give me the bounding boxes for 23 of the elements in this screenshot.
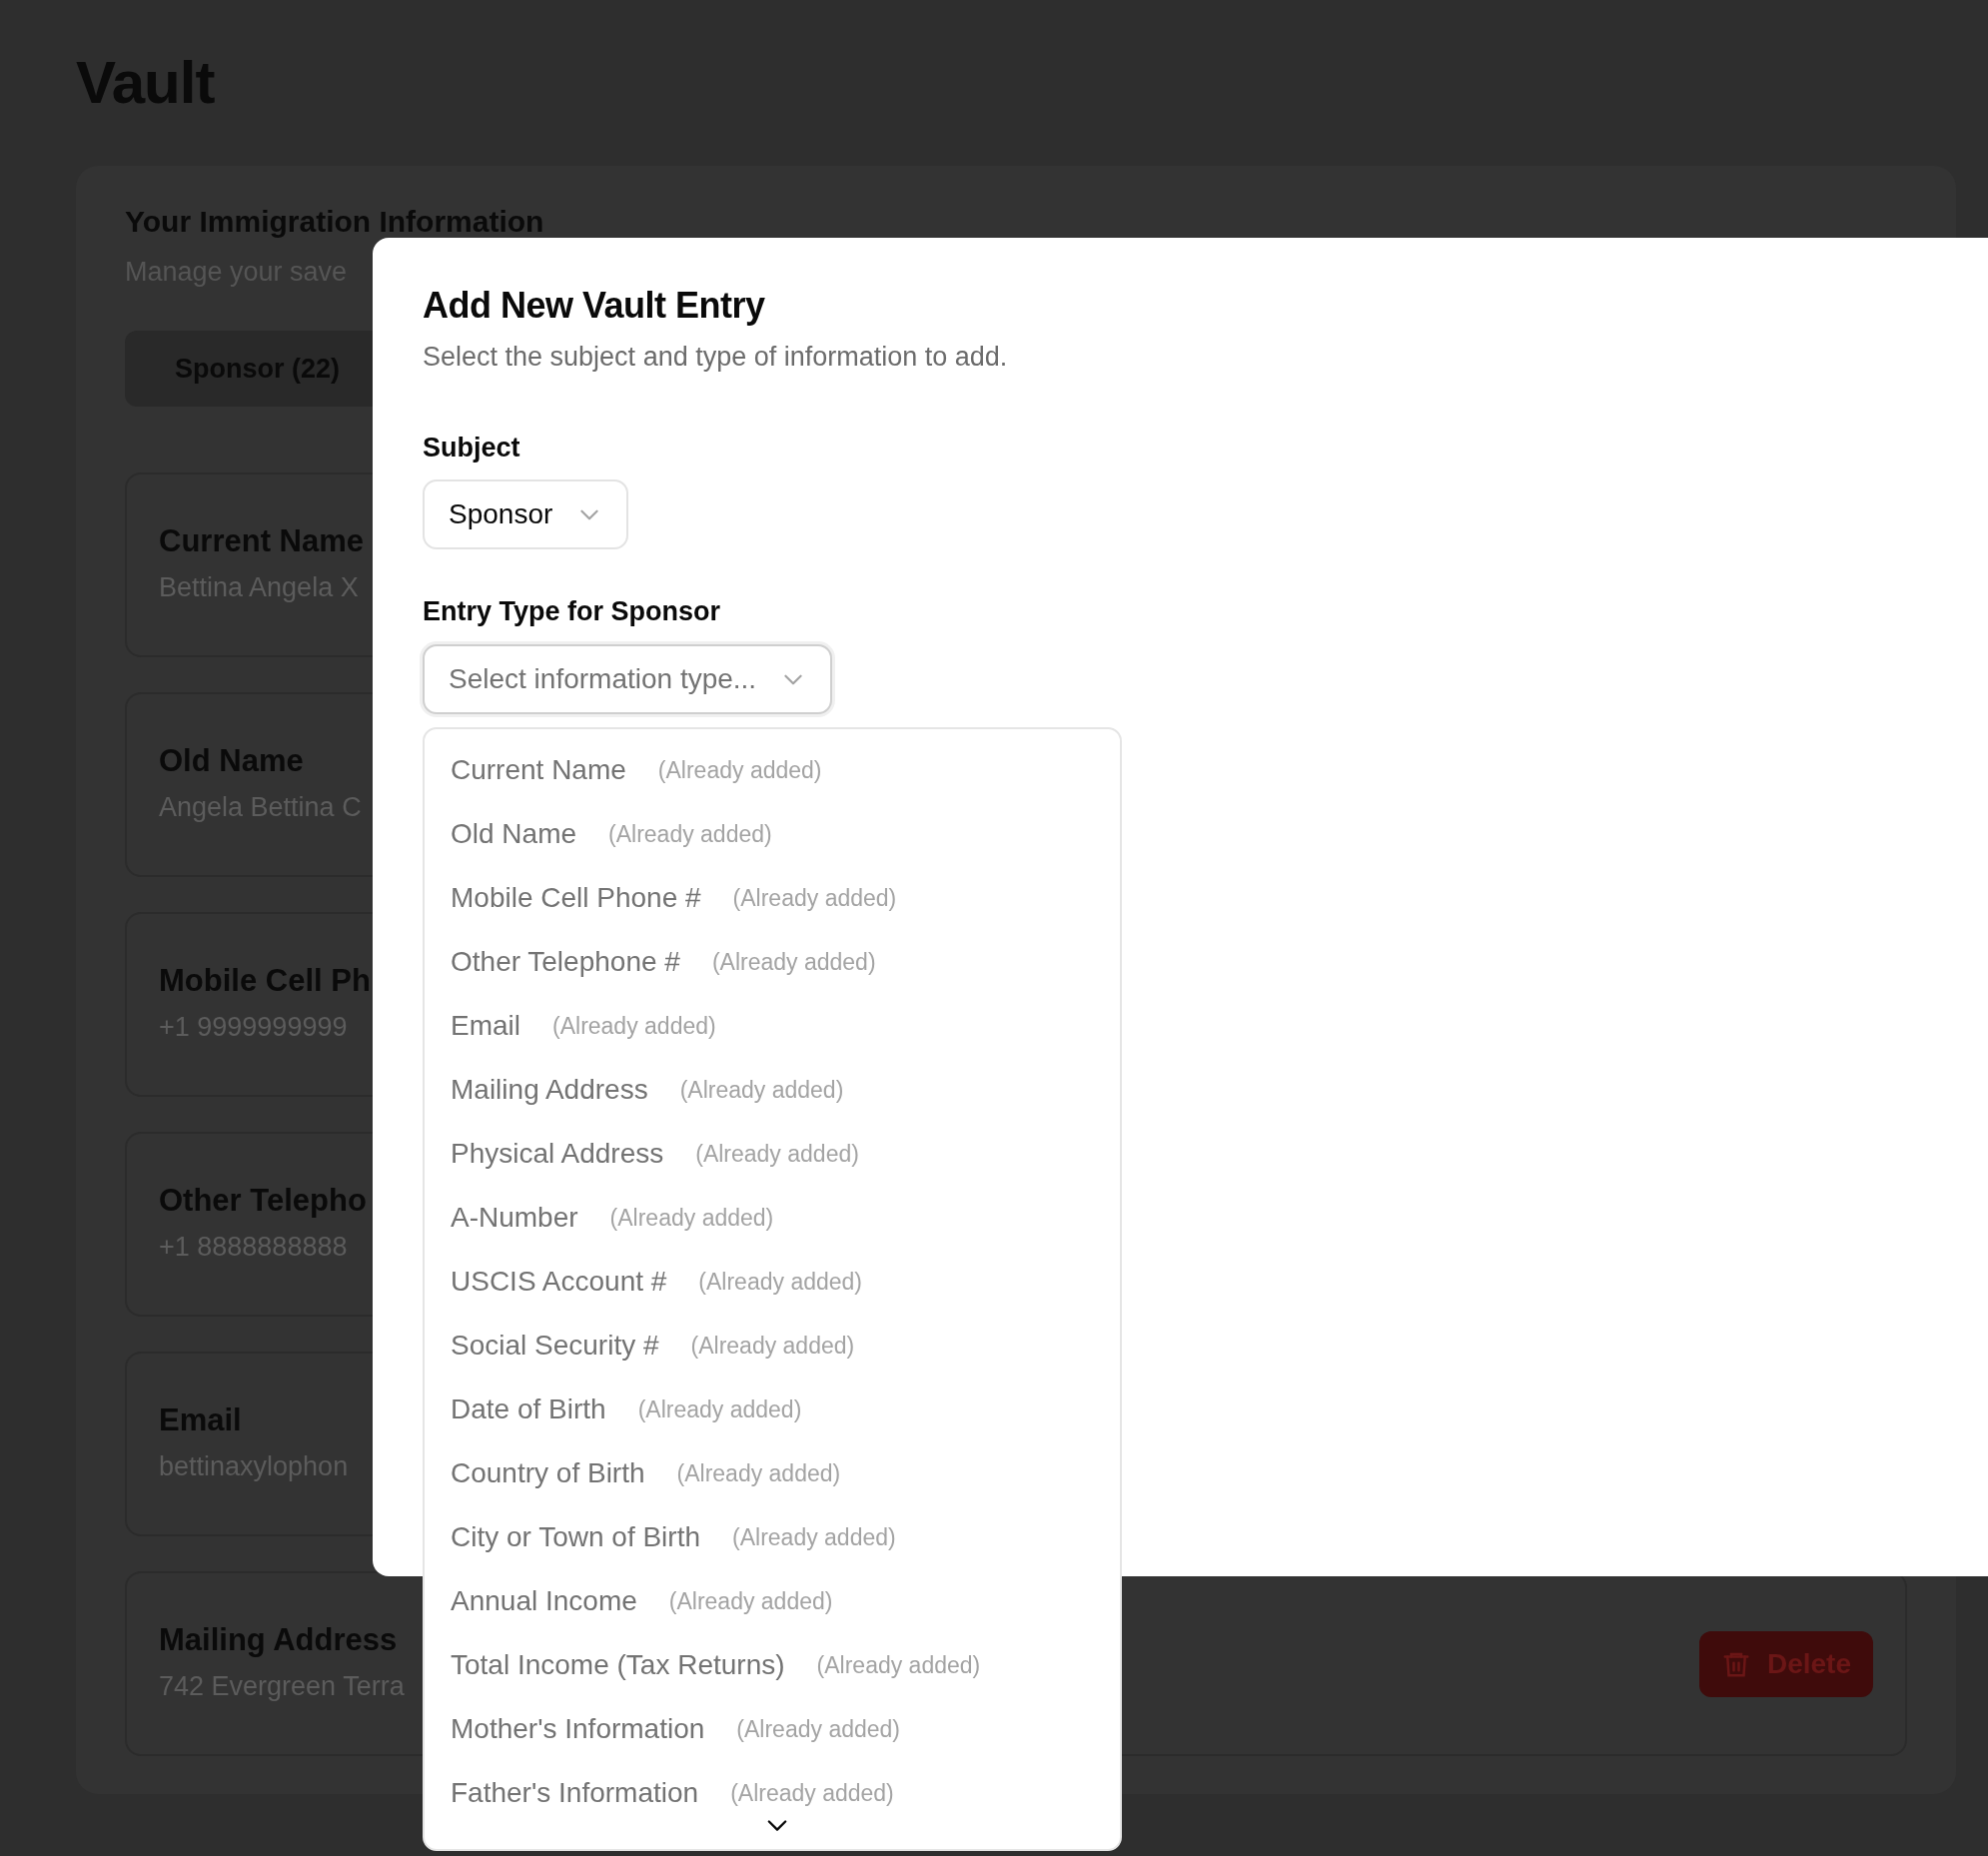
dialog-description: Select the subject and type of information to add. xyxy=(423,341,1009,375)
option-note: (Already added) xyxy=(679,1075,844,1105)
option-note: (Already added) xyxy=(711,947,876,977)
option-note: (Already added) xyxy=(690,1331,855,1361)
option-note: (Already added) xyxy=(552,1011,716,1041)
option-note: (Already added) xyxy=(732,883,897,913)
dialog-title: Add New Vault Entry xyxy=(423,284,766,328)
option-note: (Already added) xyxy=(695,1139,859,1169)
option-note: (Already added) xyxy=(609,1203,774,1233)
option-note: (Already added) xyxy=(698,1267,862,1297)
option-note: (Already added) xyxy=(668,1586,833,1616)
field-label: Subject xyxy=(423,431,521,464)
option-note: (Already added) xyxy=(732,1522,896,1552)
option-note: (Already added) xyxy=(816,1650,981,1680)
field-label: Entry Type for Sponsor xyxy=(423,595,722,629)
subject-select[interactable]: Sponsor xyxy=(423,479,629,550)
option-note: (Already added) xyxy=(730,1778,894,1808)
option-note: (Already added) xyxy=(608,819,772,849)
entry-type-select[interactable]: Select information type... xyxy=(423,643,833,714)
option-note: (Already added) xyxy=(637,1394,802,1424)
option-note: (Already added) xyxy=(676,1458,841,1488)
option-note: (Already added) xyxy=(657,755,822,785)
option-note: (Already added) xyxy=(736,1714,900,1744)
